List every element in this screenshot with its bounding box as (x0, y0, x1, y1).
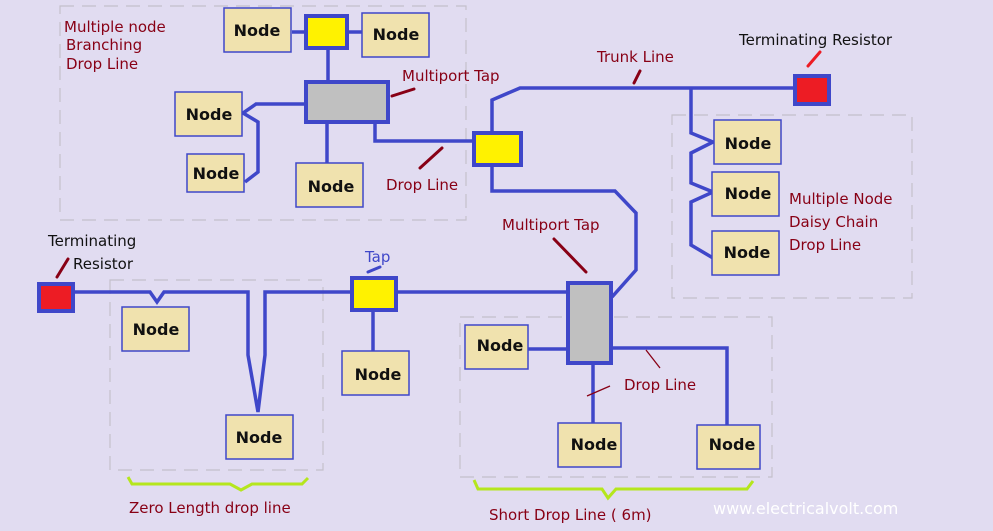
trunk-line-label: Trunk Line (596, 48, 674, 66)
daisy-chain-title-line-3: Drop Line (789, 236, 861, 254)
node: Node (696, 424, 761, 470)
node: Node (711, 230, 780, 276)
node: Node (711, 171, 780, 217)
node-label: Node (709, 435, 756, 454)
trunk-line (73, 290, 352, 413)
pointer-tap (366, 265, 382, 274)
tap-top (304, 14, 349, 50)
tap-bottom (350, 276, 398, 312)
node-label: Node (308, 177, 355, 196)
node: Node (225, 414, 294, 460)
node: Node (174, 91, 243, 137)
pointer-multiport-tap-top (390, 87, 416, 98)
node-label: Node (725, 184, 772, 203)
short-drop-brace (472, 479, 755, 501)
pointer-drop-line-right (645, 349, 661, 369)
node-label: Node (193, 164, 240, 183)
short-drop-label: Short Drop Line ( 6m) (489, 506, 652, 524)
terminating-resistor-right-label: Terminating Resistor (738, 31, 893, 49)
node: Node (121, 306, 190, 352)
pointer-terminating-resistor-left (55, 257, 70, 279)
node-label: Node (236, 428, 283, 447)
watermark: www.electricalvolt.com (713, 499, 898, 518)
zero-length-brace (126, 476, 310, 492)
node: Node (557, 422, 622, 468)
branching-title-line-3: Drop Line (66, 55, 138, 73)
node: Node (341, 350, 410, 396)
terminating-resistor-left (37, 282, 75, 313)
pointer-drop-line-top (418, 146, 444, 170)
node-label: Node (186, 105, 233, 124)
daisy-chain-title-line-1: Multiple Node (789, 190, 893, 208)
node: Node (295, 162, 364, 208)
pointer-trunk-line (632, 69, 642, 85)
pointer-drop-line-bottom (586, 385, 611, 397)
node-label: Node (724, 243, 771, 262)
terminating-resistor-right (793, 74, 831, 106)
multiport-tap-top-label: Multiport Tap (402, 67, 500, 85)
tap-label: Tap (364, 248, 390, 266)
tap-center (472, 131, 523, 167)
drop-line-top-label: Drop Line (386, 176, 458, 194)
daisy-chain-title-line-2: Daisy Chain (789, 213, 878, 231)
wires (73, 30, 795, 425)
multiport-tap-top (304, 80, 390, 124)
node-label: Node (355, 365, 402, 384)
node-label: Node (477, 336, 524, 355)
wire (373, 122, 474, 143)
branching-title-line-1: Multiple node (64, 18, 166, 36)
node: Node (464, 324, 529, 370)
node: Node (186, 153, 245, 193)
node: Node (223, 7, 292, 53)
node: Node (713, 119, 782, 165)
node-label: Node (373, 25, 420, 44)
node-label: Node (133, 320, 180, 339)
node-label: Node (234, 21, 281, 40)
terminating-resistor-left-label-line-2: Resistor (73, 255, 134, 273)
wire (689, 88, 718, 260)
node: Node (361, 12, 430, 58)
node-label: Node (571, 435, 618, 454)
node-label: Node (725, 134, 772, 153)
pointer-multiport-tap-bottom (552, 237, 588, 274)
drop-line-bottom-label: Drop Line (624, 376, 696, 394)
pointer-terminating-resistor-right (806, 50, 822, 68)
multiport-tap-bottom-label: Multiport Tap (502, 216, 600, 234)
branching-title-line-2: Branching (66, 36, 142, 54)
zero-length-label: Zero Length drop line (129, 499, 291, 517)
network-topology-diagram: Node Node Node Node Node Node Node Node … (37, 5, 913, 524)
multiport-tap-bottom (566, 281, 613, 365)
terminating-resistor-left-label-line-1: Terminating (47, 232, 136, 250)
